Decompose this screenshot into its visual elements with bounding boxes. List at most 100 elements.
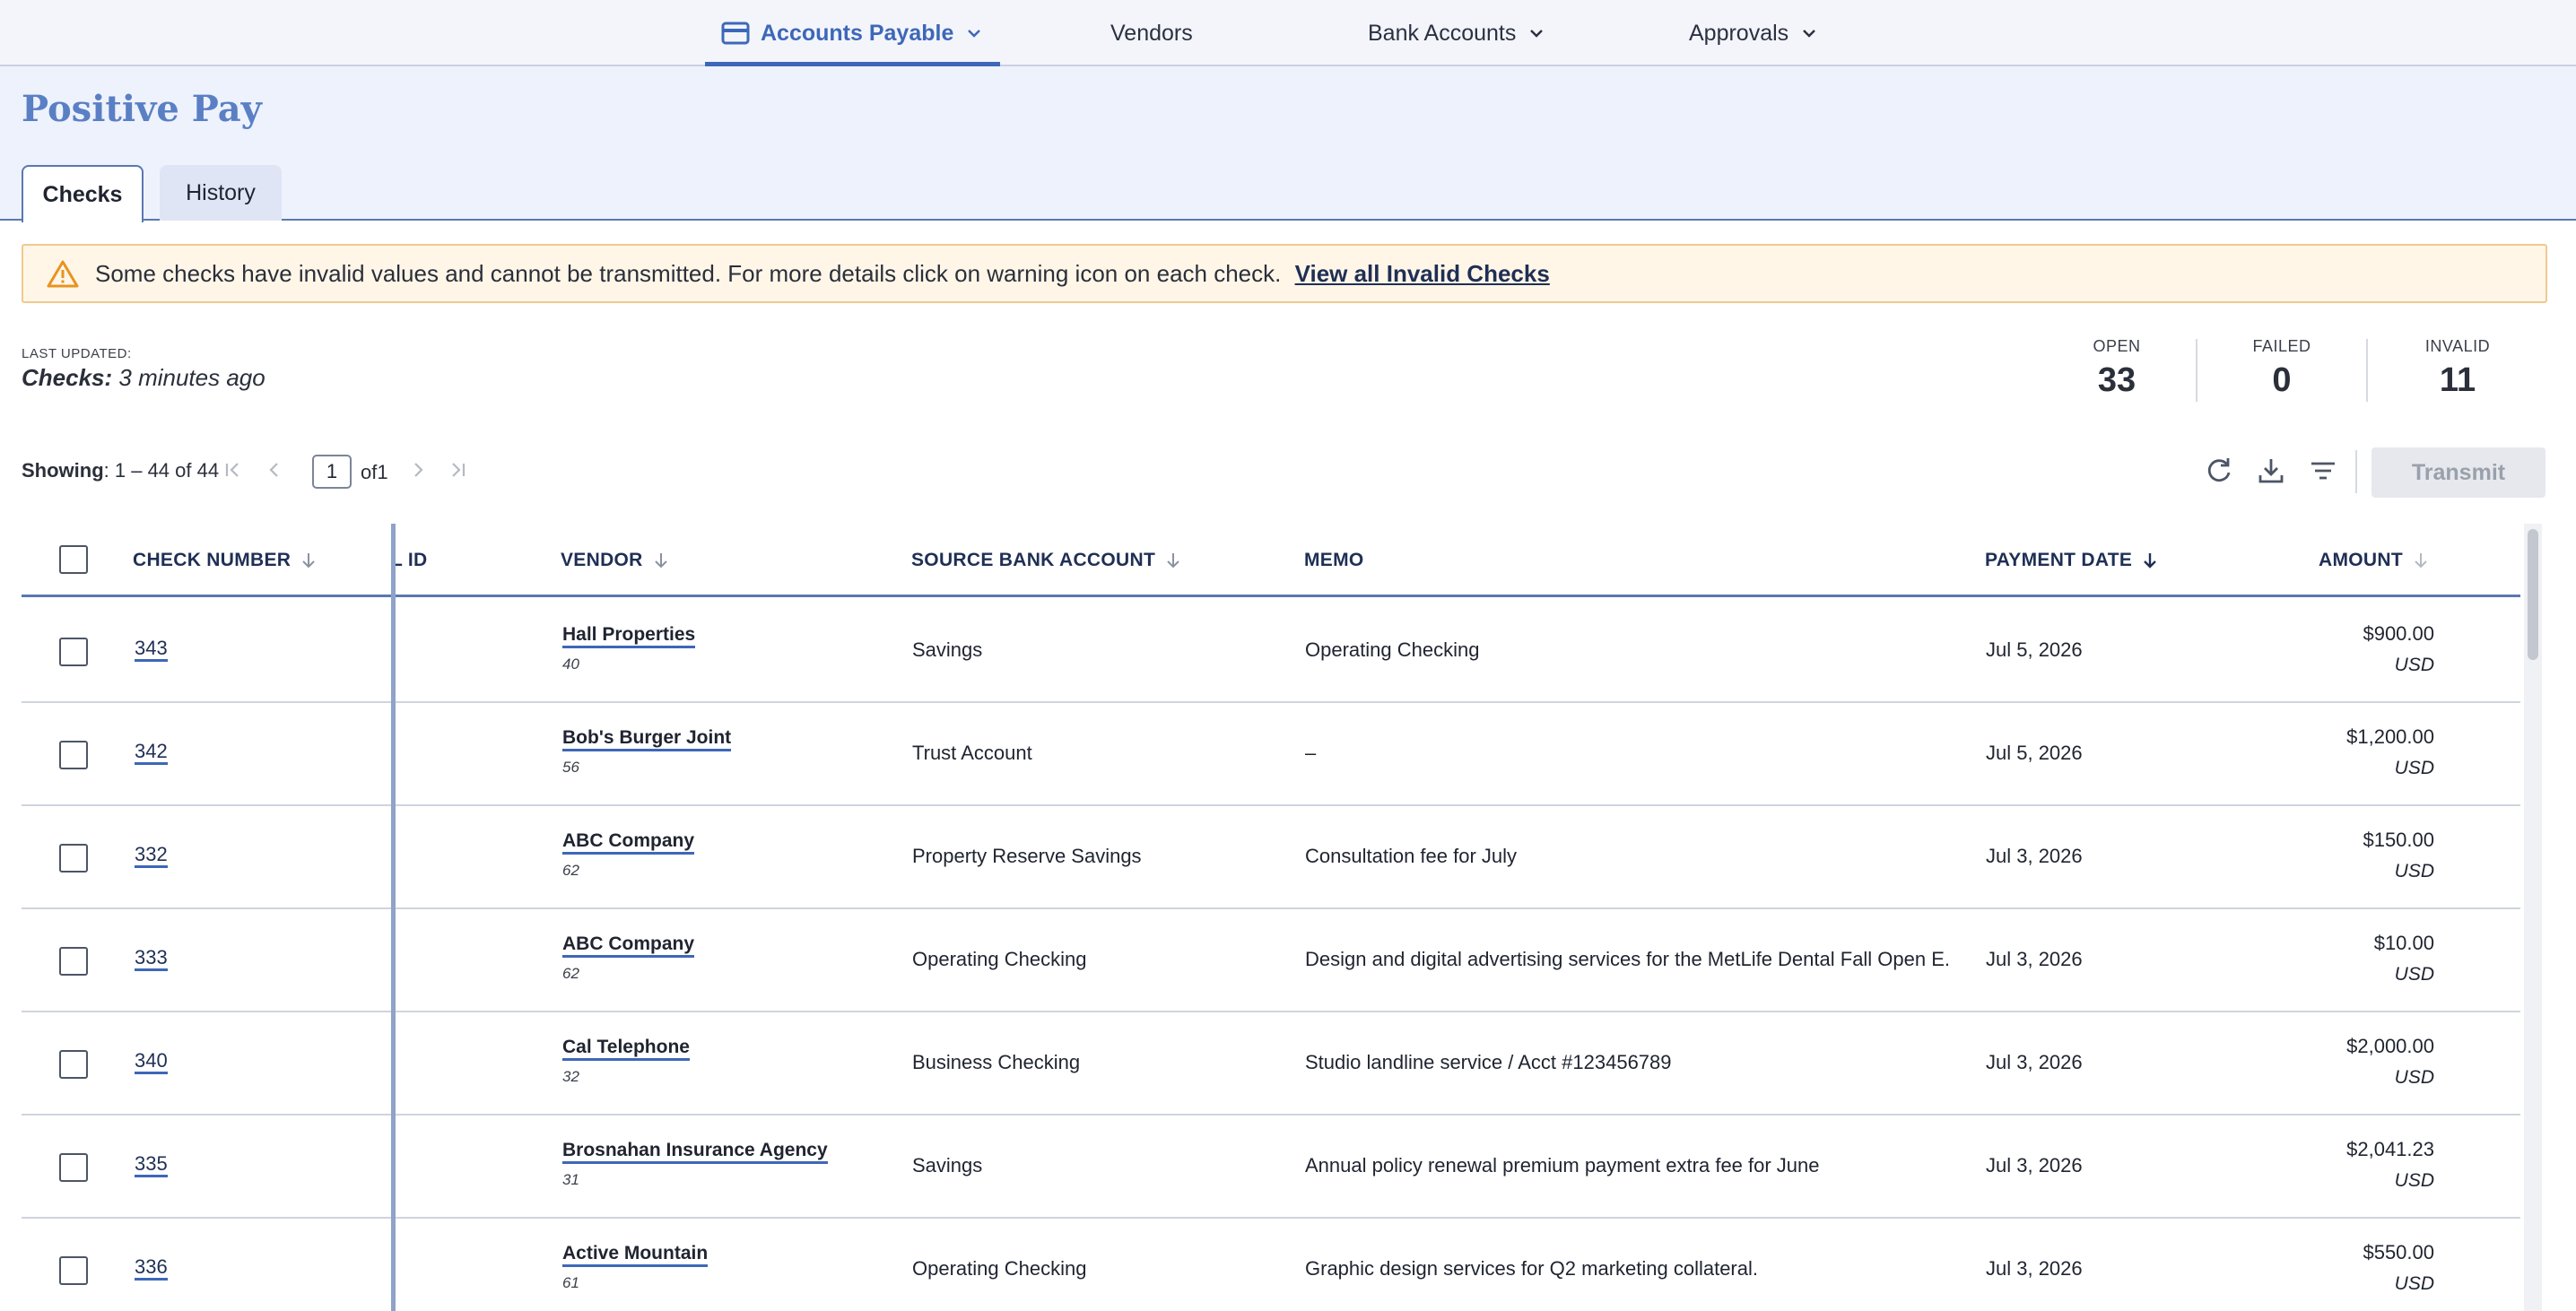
amount-value: $150.00 [2363, 829, 2434, 851]
payment-date-cell: Jul 5, 2026 [1986, 638, 2083, 661]
column-payment-date[interactable]: PAYMENT DATE [1985, 524, 2159, 597]
column-source-bank-account[interactable]: SOURCE BANK ACCOUNT [911, 524, 1182, 597]
check-number-link[interactable]: 342 [135, 740, 168, 765]
refresh-icon[interactable] [2202, 454, 2236, 488]
vendor-cell: Hall Properties 40 [562, 624, 696, 673]
vendor-id: 62 [562, 862, 579, 879]
row-checkbox[interactable] [59, 741, 88, 769]
last-updated-label: LAST UPDATED: [22, 346, 132, 361]
amount-cell: $150.00 USD [2255, 829, 2434, 882]
last-updated-value: Checks: 3 minutes ago [22, 364, 265, 391]
checks-table: CHECK NUMBER L ID VENDOR SOURCE BANK ACC… [22, 524, 2520, 1311]
amount-cell: $550.00 USD [2255, 1241, 2434, 1295]
tab-history[interactable]: History [160, 165, 282, 221]
nav-approvals[interactable]: Approvals [1689, 0, 1819, 66]
view-invalid-checks-link[interactable]: View all Invalid Checks [1295, 260, 1550, 287]
source-account-cell: Property Reserve Savings [912, 845, 1142, 867]
stat-divider [2366, 339, 2368, 402]
amount-currency: USD [2394, 1170, 2434, 1191]
row-checkbox[interactable] [59, 1256, 88, 1285]
payment-date-cell: Jul 3, 2026 [1986, 845, 2083, 867]
tab-checks[interactable]: Checks [22, 165, 144, 222]
toolbar-divider [2355, 450, 2357, 493]
check-number-link[interactable]: 340 [135, 1049, 168, 1074]
check-number-cell: 336 [135, 1255, 168, 1281]
table-row[interactable]: 342 Bob's Burger Joint 56 Trust Account – Jul… [22, 703, 2520, 806]
card-icon [721, 22, 750, 45]
vendor-name[interactable]: Cal Telephone [562, 1037, 690, 1061]
vendor-name[interactable]: Hall Properties [562, 624, 696, 648]
scrollbar-thumb[interactable] [2528, 529, 2538, 660]
stat-open: OPEN 33 [2093, 337, 2141, 399]
row-checkbox[interactable] [59, 844, 88, 873]
nav-vendors[interactable]: Vendors [1110, 0, 1193, 66]
nav-label: Vendors [1110, 20, 1193, 46]
table-row[interactable]: 336 Active Mountain 61 Operating Checking Gr… [22, 1219, 2520, 1311]
column-id[interactable]: L ID [391, 524, 427, 597]
amount-cell: $2,000.00 USD [2255, 1035, 2434, 1089]
check-number-link[interactable]: 332 [135, 843, 168, 868]
row-checkbox[interactable] [59, 947, 88, 976]
nav-accounts-payable[interactable]: Accounts Payable [704, 0, 1001, 68]
page-of-label: of1 [361, 461, 388, 483]
filter-icon[interactable] [2306, 454, 2340, 488]
payment-date-cell: Jul 5, 2026 [1986, 742, 2083, 764]
check-number-cell: 335 [135, 1152, 168, 1177]
vendor-name[interactable]: Bob's Burger Joint [562, 727, 732, 751]
vendor-id: 56 [562, 759, 579, 776]
vendor-id: 40 [562, 656, 579, 673]
memo-cell: Design and digital advertising services … [1305, 948, 1951, 970]
table-header: CHECK NUMBER L ID VENDOR SOURCE BANK ACC… [22, 524, 2520, 597]
next-page-icon[interactable] [405, 457, 431, 482]
table-row[interactable]: 332 ABC Company 62 Property Reserve Savings… [22, 806, 2520, 909]
check-number-cell: 332 [135, 843, 168, 868]
check-number-link[interactable]: 333 [135, 946, 168, 971]
amount-value: $900.00 [2363, 622, 2434, 645]
vendor-name[interactable]: Active Mountain [562, 1243, 709, 1267]
nav-label: Bank Accounts [1368, 20, 1517, 46]
table-row[interactable]: 335 Brosnahan Insurance Agency 31 Savings An… [22, 1116, 2520, 1219]
last-page-icon[interactable] [445, 457, 470, 482]
payment-date-cell: Jul 3, 2026 [1986, 948, 2083, 970]
amount-value: $550.00 [2363, 1241, 2434, 1263]
page-number-input[interactable]: 1 [312, 455, 352, 489]
amount-cell: $1,200.00 USD [2255, 725, 2434, 779]
check-number-link[interactable]: 343 [135, 637, 168, 662]
amount-cell: $900.00 USD [2255, 622, 2434, 676]
vendor-cell: Active Mountain 61 [562, 1243, 709, 1292]
amount-currency: USD [2394, 655, 2434, 675]
chevron-down-icon [968, 30, 981, 38]
vendor-name[interactable]: Brosnahan Insurance Agency [562, 1140, 828, 1164]
vendor-name[interactable]: ABC Company [562, 933, 695, 958]
page-title: Positive Pay [22, 88, 262, 130]
vendor-id: 61 [562, 1274, 579, 1291]
row-checkbox[interactable] [59, 1050, 88, 1079]
check-number-link[interactable]: 336 [135, 1255, 168, 1281]
check-number-link[interactable]: 335 [135, 1152, 168, 1177]
nav-bank-accounts[interactable]: Bank Accounts [1368, 0, 1546, 66]
first-page-icon[interactable] [221, 457, 246, 482]
download-icon[interactable] [2254, 454, 2288, 488]
column-amount[interactable]: AMOUNT [2319, 524, 2430, 597]
vendor-name[interactable]: ABC Company [562, 830, 695, 855]
chevron-down-icon [1803, 30, 1816, 38]
sort-arrow-icon [1167, 553, 1179, 569]
table-row[interactable]: 333 ABC Company 62 Operating Checking Design… [22, 909, 2520, 1012]
stat-divider [2196, 339, 2197, 402]
row-checkbox[interactable] [59, 1153, 88, 1182]
transmit-button[interactable]: Transmit [2371, 447, 2546, 498]
memo-cell: Studio landline service / Acct #12345678… [1305, 1051, 1672, 1073]
select-all-checkbox[interactable] [59, 545, 88, 574]
stat-failed: FAILED 0 [2252, 337, 2311, 399]
amount-currency: USD [2394, 1067, 2434, 1088]
column-check-number[interactable]: CHECK NUMBER [133, 524, 318, 597]
row-checkbox[interactable] [59, 638, 88, 666]
column-vendor[interactable]: VENDOR [561, 524, 670, 597]
column-memo[interactable]: MEMO [1304, 524, 1364, 597]
amount-currency: USD [2394, 861, 2434, 881]
table-row[interactable]: 343 Hall Properties 40 Savings Operating Che… [22, 600, 2520, 703]
prev-page-icon[interactable] [262, 457, 287, 482]
table-row[interactable]: 340 Cal Telephone 32 Business Checking Studi… [22, 1012, 2520, 1116]
sort-arrow-icon [654, 553, 667, 569]
check-number-cell: 342 [135, 740, 168, 765]
